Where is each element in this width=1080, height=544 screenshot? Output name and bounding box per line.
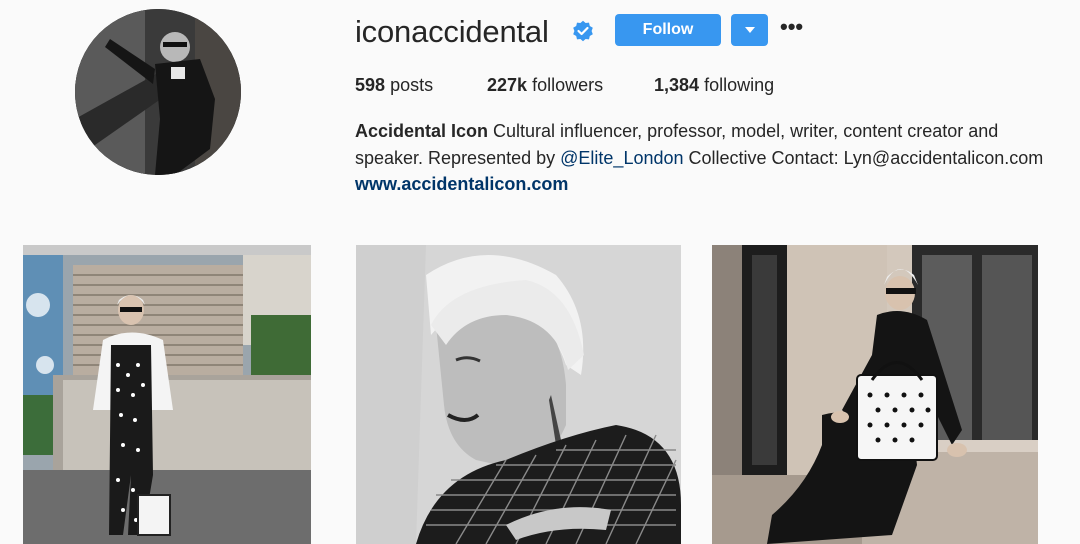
posts-label: posts: [390, 75, 434, 95]
bio-full-name: Accidental Icon: [355, 121, 489, 141]
followers-stat[interactable]: 227k followers: [487, 74, 603, 96]
verified-badge-icon: [571, 19, 595, 43]
bio-text-2: Collective Contact: Lyn@accidentalicon.c…: [683, 147, 1044, 168]
posts-count: 598: [355, 75, 386, 95]
profile-username: iconaccidental: [355, 14, 549, 49]
following-stat[interactable]: 1,384 following: [654, 74, 774, 96]
caret-down-icon: [744, 21, 756, 39]
bio-mention-link[interactable]: @Elite_London: [560, 148, 683, 168]
following-count: 1,384: [654, 75, 700, 95]
follow-button[interactable]: Follow: [615, 14, 721, 46]
profile-bio: Accidental Icon Cultural influencer, pro…: [355, 118, 1045, 198]
post-thumbnail-1[interactable]: [23, 245, 311, 544]
following-label: following: [704, 75, 775, 95]
followers-count: 227k: [487, 75, 528, 95]
followers-label: followers: [532, 75, 604, 95]
more-options-button[interactable]: •••: [780, 16, 803, 40]
post-thumbnail-2[interactable]: [356, 245, 681, 544]
post-thumbnail-3[interactable]: [712, 245, 1038, 544]
bio-website-link[interactable]: www.accidentalicon.com: [355, 174, 568, 194]
profile-avatar[interactable]: [75, 9, 241, 175]
posts-stat[interactable]: 598 posts: [355, 74, 433, 96]
suggestions-dropdown-button[interactable]: [731, 14, 768, 46]
